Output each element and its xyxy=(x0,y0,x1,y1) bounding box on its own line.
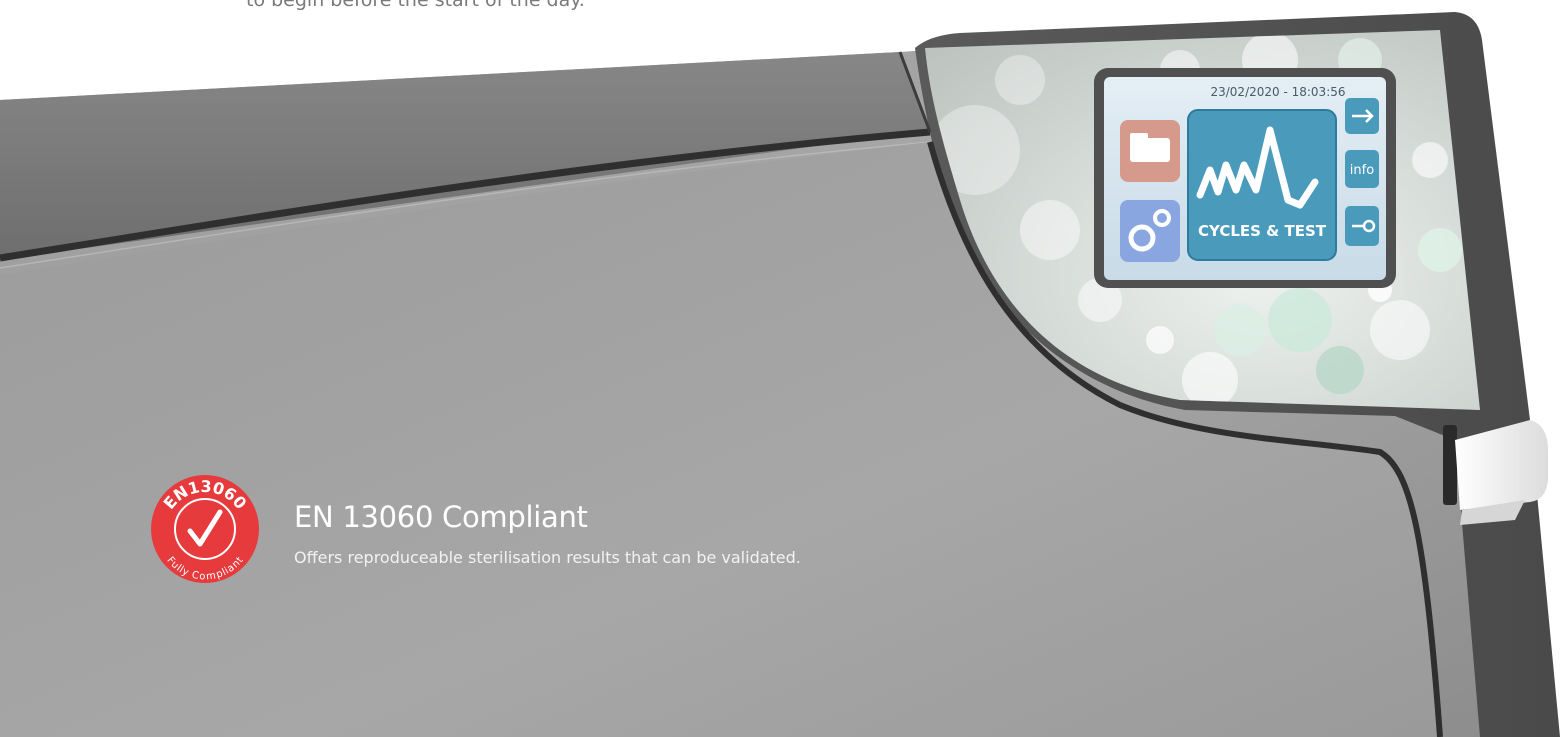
info-button-label: info xyxy=(1350,163,1374,178)
feature-title: EN 13060 Compliant xyxy=(294,500,588,534)
main-tile-label: CYCLES & TEST xyxy=(1198,222,1327,240)
sterilizer-device-image: 23/02/2020 - 18:03:56 CYCLES & TEST info xyxy=(0,12,1560,737)
info-button: info xyxy=(1345,150,1379,188)
key-icon xyxy=(1345,206,1379,246)
folder-icon xyxy=(1120,120,1180,182)
gears-icon xyxy=(1120,200,1180,262)
en13060-badge: EN13060 Fully Compliant xyxy=(151,475,259,583)
feature-description: Offers reproduceable sterilisation resul… xyxy=(294,548,801,567)
cycles-and-test-tile: CYCLES & TEST xyxy=(1187,109,1337,261)
page: to begin before the start of the day. 23… xyxy=(0,0,1560,737)
screen-datetime: 23/02/2020 - 18:03:56 xyxy=(1210,85,1345,99)
usb-icon xyxy=(1345,98,1379,134)
